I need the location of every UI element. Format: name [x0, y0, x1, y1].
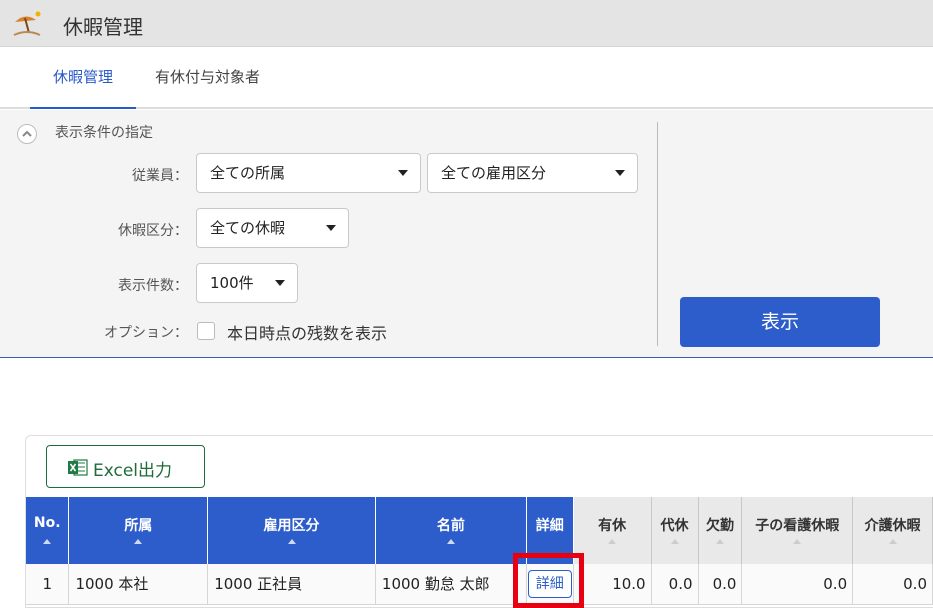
table-header-row: No. 所属 雇用区分 名前 詳細 有休 代休 欠勤 子の看護休暇 介護休暇: [26, 497, 933, 564]
department-select-value: 全ての所属: [210, 164, 286, 182]
excel-icon: [68, 459, 88, 476]
employment-type-select-value: 全ての雇用区分: [441, 164, 547, 182]
remaining-balance-checkbox[interactable]: [197, 322, 215, 340]
caret-down-icon: [398, 170, 408, 176]
show-button[interactable]: 表示: [680, 297, 880, 347]
cell-absence: 0.0: [698, 564, 743, 605]
leave-table: No. 所属 雇用区分 名前 詳細 有休 代休 欠勤 子の看護休暇 介護休暇 1…: [26, 497, 933, 605]
count-select-value: 100件: [210, 274, 254, 292]
detail-button[interactable]: 詳細: [527, 569, 572, 598]
leave-type-label: 休暇区分：: [118, 223, 188, 239]
tab-bar: 休暇管理 有休付与対象者: [0, 47, 933, 109]
column-header-nursing-leave[interactable]: 介護休暇: [852, 497, 933, 564]
caret-down-icon: [275, 280, 285, 286]
title-bar: 休暇管理: [0, 0, 933, 47]
filter-panel: 表示条件の指定 従業員： 全ての所属 全ての雇用区分 休暇区分： 全ての休暇 表…: [0, 110, 933, 358]
sort-icon: [287, 539, 296, 544]
excel-export-button[interactable]: Excel出力: [46, 445, 205, 488]
option-label: オプション：: [104, 325, 188, 341]
sort-icon: [134, 539, 143, 544]
column-header-detail: 詳細: [526, 497, 574, 564]
leave-type-select[interactable]: 全ての休暇: [196, 208, 349, 248]
cell-no: 1: [26, 564, 70, 605]
cell-name: 1000 勤怠 太郎: [375, 564, 527, 605]
tab-leave-management[interactable]: 休暇管理: [30, 47, 136, 109]
sort-icon: [888, 539, 897, 544]
employee-label: 従業員：: [132, 168, 188, 184]
collapse-button[interactable]: [17, 124, 37, 144]
employment-type-select[interactable]: 全ての雇用区分: [427, 153, 638, 193]
column-header-paid-leave[interactable]: 有休: [573, 497, 652, 564]
caret-down-icon: [615, 170, 625, 176]
table-row: 1 1000 本社 1000 正社員 1000 勤怠 太郎 詳細 10.0 0.…: [26, 564, 933, 605]
leave-type-select-value: 全ての休暇: [210, 219, 286, 237]
remaining-balance-checkbox-label[interactable]: 本日時点の残数を表示: [227, 320, 387, 344]
tab-paid-leave-grant-targets[interactable]: 有休付与対象者: [155, 47, 285, 109]
excel-export-label: Excel出力: [93, 461, 173, 481]
count-label: 表示件数：: [118, 278, 188, 294]
cell-paid-leave: 10.0: [573, 564, 652, 605]
count-select[interactable]: 100件: [196, 263, 298, 303]
cell-detail: 詳細: [526, 564, 574, 605]
cell-nursing-leave: 0.0: [852, 564, 933, 605]
column-header-employment-type[interactable]: 雇用区分: [207, 497, 376, 564]
column-header-name[interactable]: 名前: [375, 497, 527, 564]
sort-icon: [43, 539, 52, 544]
column-header-comp-leave[interactable]: 代休: [651, 497, 699, 564]
sort-icon: [670, 539, 679, 544]
sort-icon: [446, 539, 455, 544]
cell-child-care-leave: 0.0: [741, 564, 854, 605]
sort-icon: [715, 539, 724, 544]
chevron-up-icon: [22, 130, 32, 137]
column-header-department[interactable]: 所属: [68, 497, 209, 564]
page-title: 休暇管理: [63, 15, 143, 39]
cell-comp-leave: 0.0: [651, 564, 699, 605]
department-select[interactable]: 全ての所属: [196, 153, 421, 193]
cell-department: 1000 本社: [68, 564, 209, 605]
column-header-child-care-leave[interactable]: 子の看護休暇: [741, 497, 854, 564]
cell-employment-type: 1000 正社員: [207, 564, 376, 605]
divider: [657, 122, 658, 346]
sort-icon: [608, 539, 617, 544]
column-header-absence[interactable]: 欠勤: [698, 497, 743, 564]
results-panel: Excel出力 No. 所属 雇用区分 名前 詳細 有休 代休 欠勤 子の看護休…: [25, 435, 933, 608]
sort-icon: [793, 539, 802, 544]
column-header-no[interactable]: No.: [26, 497, 70, 564]
caret-down-icon: [326, 225, 336, 231]
beach-parasol-icon: [13, 11, 41, 36]
filter-title: 表示条件の指定: [55, 125, 153, 141]
